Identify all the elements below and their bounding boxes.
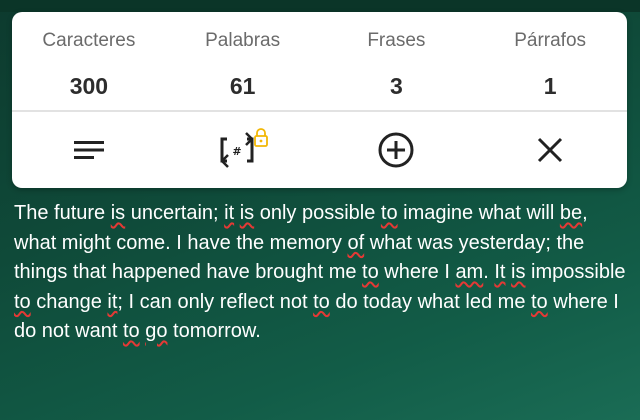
align-text-button[interactable] [12, 112, 166, 188]
stat-label: Caracteres [42, 30, 136, 51]
stat-value: 300 [69, 73, 109, 99]
misspelled-word: of [347, 231, 365, 254]
stat-value: 3 [389, 73, 403, 99]
text-segment: change [30, 290, 108, 313]
misspelled-word: is [110, 202, 126, 224]
word-count-swap-button[interactable]: # [166, 112, 320, 188]
toolbar: # [12, 112, 627, 188]
misspelled-word: it [224, 202, 235, 224]
misspelled-word: go [145, 320, 168, 342]
text-segment: imagine what will [397, 202, 560, 224]
misspelled-word: it [107, 290, 118, 313]
misspelled-word: is [239, 202, 255, 224]
svg-text:#: # [232, 145, 241, 158]
stats-row: Caracteres 300 Palabras 61 Frases 3 Párr… [12, 12, 627, 110]
misspelled-word: be [559, 202, 583, 224]
misspelled-word: to [313, 290, 330, 313]
text-segment: do today what led me [329, 290, 531, 313]
misspelled-word: to [531, 290, 548, 313]
close-button[interactable] [473, 112, 627, 188]
close-icon [538, 137, 563, 163]
text-stats-card: Caracteres 300 Palabras 61 Frases 3 Párr… [12, 12, 627, 188]
text-segment: The future [14, 202, 111, 224]
status-bar-strip [0, 0, 640, 12]
stat-value: 61 [229, 73, 256, 99]
misspelled-word: to [122, 320, 140, 342]
stat-characters: Caracteres 300 [12, 12, 166, 110]
stat-value: 1 [543, 73, 557, 99]
text-segment: ; I can only reflect not [117, 290, 314, 313]
misspelled-word: to [380, 202, 398, 224]
text-segment: where I [378, 261, 456, 283]
add-button[interactable] [320, 112, 474, 188]
stat-sentences: Frases 3 [320, 12, 474, 110]
misspelled-word: to [362, 261, 379, 283]
stat-label: Frases [367, 30, 426, 51]
stat-paragraphs: Párrafos 1 [473, 12, 627, 110]
misspelled-word: It [494, 261, 506, 283]
text-segment: impossible [525, 261, 626, 283]
text-segment: . [483, 261, 495, 283]
misspelled-word: is [511, 261, 526, 283]
lock-icon [253, 128, 268, 147]
text-segment: tomorrow. [167, 320, 261, 342]
stat-label: Palabras [205, 30, 281, 51]
misspelled-word: to [14, 290, 31, 313]
text-segment: uncertain; [125, 202, 225, 224]
word-count-swap-icon: # [220, 128, 268, 168]
misspelled-word: am [455, 261, 484, 283]
add-circle-icon [378, 132, 414, 168]
stat-words: Palabras 61 [166, 12, 320, 110]
align-text-icon [73, 141, 104, 159]
stat-label: Párrafos [514, 30, 587, 51]
body-text[interactable]: The future is uncertain; it is only poss… [14, 199, 626, 347]
text-segment: only possible [254, 202, 381, 224]
